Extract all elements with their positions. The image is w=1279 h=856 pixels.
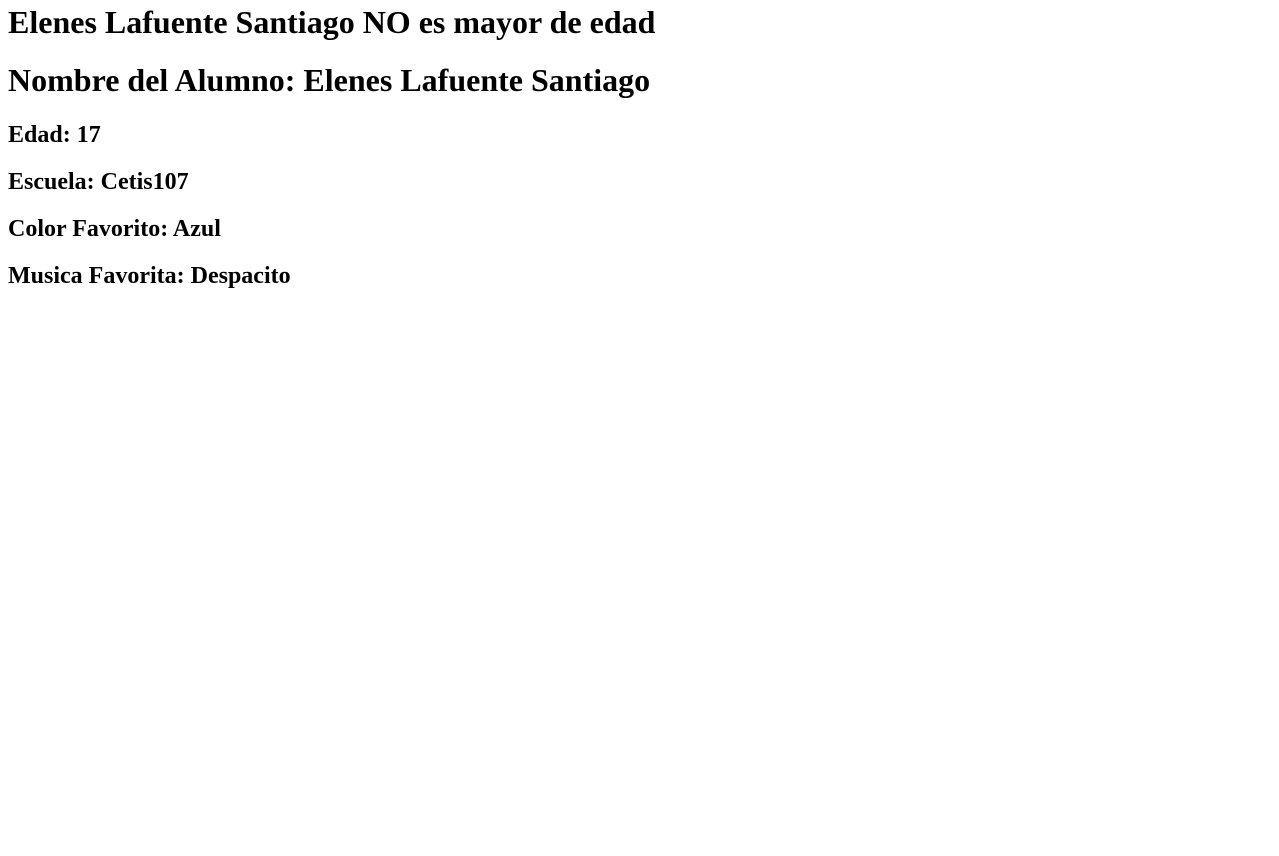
age-status-heading: Elenes Lafuente Santiago NO es mayor de … [8,4,656,40]
age-text: Edad: 17 [8,122,101,148]
favorite-color-text: Color Favorito: Azul [8,216,221,242]
page-body: Elenes Lafuente Santiago NO es mayor de … [0,4,1279,856]
school-text: Escuela: Cetis107 [8,169,189,195]
student-name-heading: Nombre del Alumno: Elenes Lafuente Santi… [8,62,651,98]
favorite-music-text: Musica Favorita: Despacito [8,263,291,289]
